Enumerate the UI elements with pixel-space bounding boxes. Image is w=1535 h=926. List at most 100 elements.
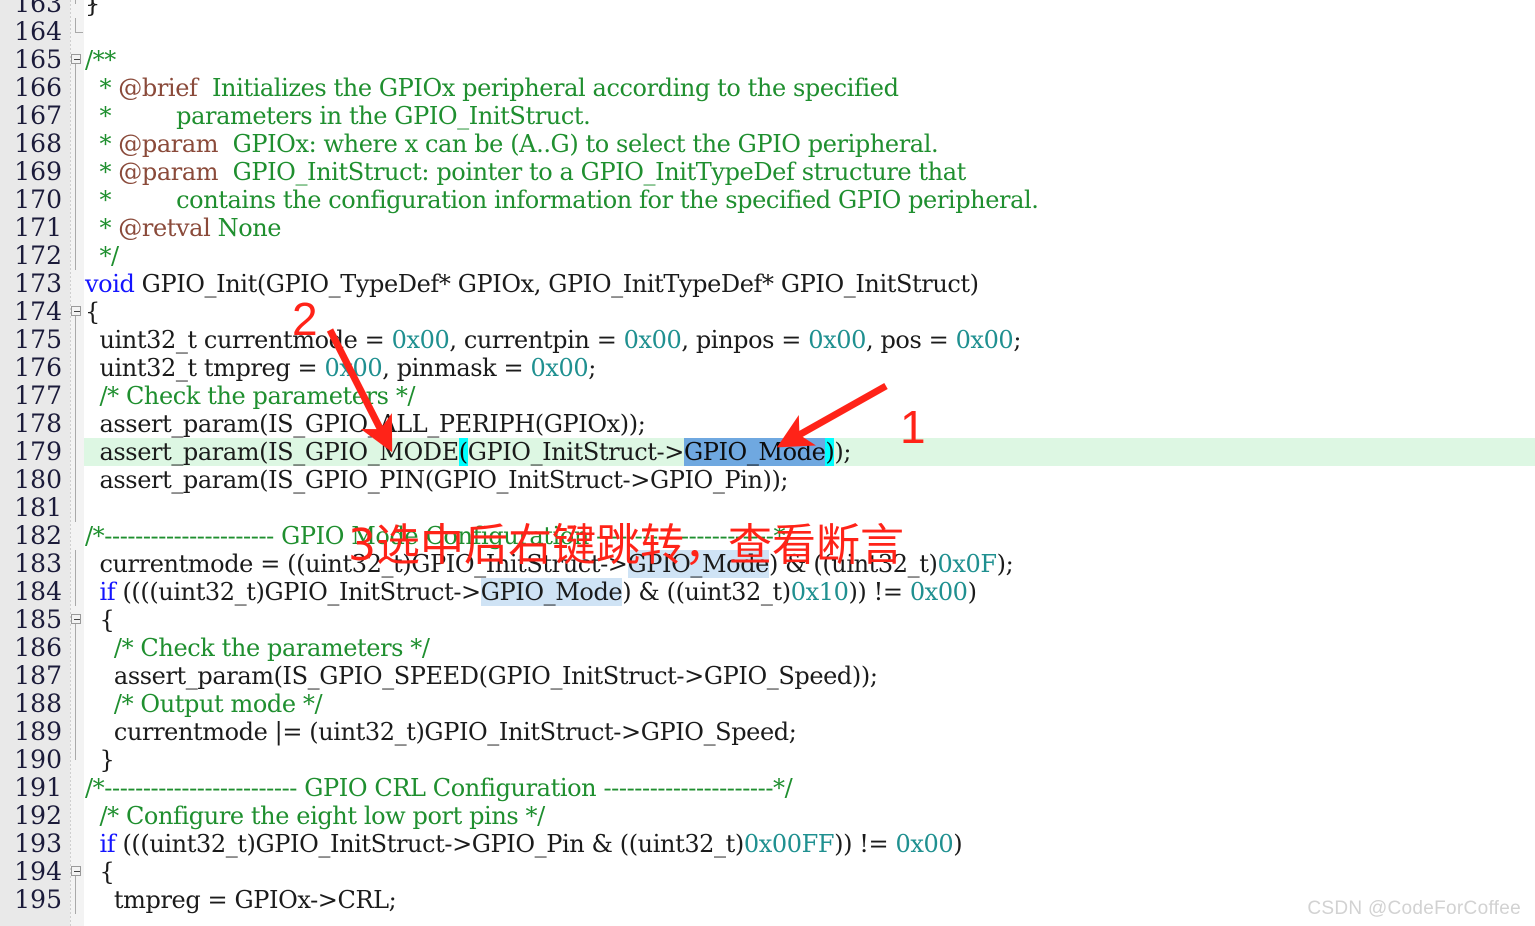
code-line[interactable]: 193 if (((uint32_t)GPIO_InitStruct->GPIO… bbox=[0, 830, 1535, 859]
code-line[interactable]: 191 /*------------------------- GPIO CRL … bbox=[0, 774, 1535, 803]
code-text[interactable]: } bbox=[85, 746, 114, 774]
code-line[interactable]: 184 if ((((uint32_t)GPIO_InitStruct->GPI… bbox=[0, 578, 1535, 606]
code-line[interactable]: 188 /* Output mode */ bbox=[0, 690, 1535, 718]
code-line[interactable]: 183 currentmode = ((uint32_t)GPIO_InitSt… bbox=[0, 550, 1535, 578]
code-line[interactable]: 173 void GPIO_Init(GPIO_TypeDef* GPIOx, G… bbox=[0, 270, 1535, 299]
fold-guide-line bbox=[75, 690, 76, 718]
code-line[interactable]: 176 uint32_t tmpreg = 0x00, pinmask = 0x… bbox=[0, 354, 1535, 382]
code-editor[interactable]: } 163}164165/**166 * @brief Initializes … bbox=[0, 0, 1535, 926]
code-text[interactable]: * @brief Initializes the GPIOx periphera… bbox=[85, 74, 898, 102]
number-token: 0x00 bbox=[909, 578, 968, 606]
occurrence-highlight-token: GPIO_Mode bbox=[480, 578, 623, 606]
fold-marker-cell[interactable] bbox=[71, 858, 83, 886]
code-line[interactable]: 172 */ bbox=[0, 242, 1535, 270]
number-token: 0x00FF bbox=[743, 830, 835, 858]
code-line[interactable]: 175 uint32_t currentmode = 0x00, current… bbox=[0, 326, 1535, 354]
code-line[interactable]: 180 assert_param(IS_GPIO_PIN(GPIO_InitSt… bbox=[0, 466, 1535, 494]
code-line[interactable]: 181 bbox=[0, 494, 1535, 522]
code-line[interactable]: 192 /* Configure the eight low port pins… bbox=[0, 801, 1535, 831]
code-line[interactable]: 163} bbox=[0, 0, 1535, 18]
plain-token: assert_param(IS_GPIO_SPEED(GPIO_InitStru… bbox=[85, 662, 878, 690]
fold-guide-line bbox=[75, 158, 76, 186]
code-text[interactable]: uint32_t currentmode = 0x00, currentpin … bbox=[85, 326, 1021, 354]
code-text[interactable]: if ((((uint32_t)GPIO_InitStruct->GPIO_Mo… bbox=[85, 578, 977, 606]
code-text[interactable]: /* Output mode */ bbox=[85, 690, 323, 718]
code-text[interactable]: } bbox=[85, 0, 100, 18]
code-line[interactable]: 169 * @param GPIO_InitStruct: pointer to… bbox=[0, 158, 1535, 186]
line-number: 174 bbox=[14, 297, 62, 326]
code-text[interactable]: { bbox=[85, 298, 100, 326]
code-text[interactable]: currentmode = ((uint32_t)GPIO_InitStruct… bbox=[85, 550, 1014, 578]
code-line[interactable]: 186 /* Check the parameters */ bbox=[0, 634, 1535, 662]
fold-collapse-icon[interactable] bbox=[71, 306, 81, 316]
line-number: 178 bbox=[14, 409, 62, 438]
code-line[interactable]: 179 assert_param(IS_GPIO_MODE(GPIO_InitS… bbox=[0, 438, 1535, 466]
code-line[interactable]: 195 tmpreg = GPIOx->CRL; bbox=[0, 886, 1535, 914]
code-text[interactable]: /* Configure the eight low port pins */ bbox=[85, 802, 545, 830]
fold-guide-line bbox=[75, 186, 76, 214]
fold-marker-cell[interactable] bbox=[71, 606, 83, 634]
code-line[interactable]: 168 * @param GPIOx: where x can be (A..G… bbox=[0, 130, 1535, 158]
code-text[interactable]: if (((uint32_t)GPIO_InitStruct->GPIO_Pin… bbox=[85, 830, 962, 858]
code-line[interactable]: 170 * contains the configuration informa… bbox=[0, 186, 1535, 214]
code-line[interactable]: 194 { bbox=[0, 858, 1535, 886]
line-number: 176 bbox=[14, 353, 62, 382]
code-text[interactable]: currentmode |= (uint32_t)GPIO_InitStruct… bbox=[85, 718, 797, 746]
code-line[interactable]: 189 currentmode |= (uint32_t)GPIO_InitSt… bbox=[0, 718, 1535, 746]
fold-guide-line bbox=[75, 0, 76, 4]
plain-token: GPIO_InitStruct-> bbox=[467, 438, 685, 466]
code-line[interactable]: 166 * @brief Initializes the GPIOx perip… bbox=[0, 74, 1535, 102]
code-line[interactable]: 185 { bbox=[0, 606, 1535, 634]
code-text[interactable]: /** bbox=[85, 46, 116, 74]
fold-collapse-icon[interactable] bbox=[71, 54, 81, 64]
code-line[interactable]: 182 /*---------------------- GPIO Mode Co… bbox=[0, 522, 1535, 551]
code-text[interactable]: void GPIO_Init(GPIO_TypeDef* GPIOx, GPIO… bbox=[85, 270, 979, 298]
comment-token: None bbox=[210, 214, 282, 242]
code-text[interactable]: * @param GPIOx: where x can be (A..G) to… bbox=[85, 130, 938, 158]
code-text[interactable]: { bbox=[85, 858, 114, 886]
number-token: 0x00 bbox=[530, 354, 589, 382]
code-text[interactable]: /* Check the parameters */ bbox=[85, 382, 415, 410]
line-number: 172 bbox=[14, 241, 62, 270]
plain-token: ((((uint32_t)GPIO_InitStruct-> bbox=[115, 578, 481, 606]
code-text[interactable]: assert_param(IS_GPIO_MODE(GPIO_InitStruc… bbox=[85, 438, 851, 466]
code-text[interactable]: * @retval None bbox=[85, 214, 281, 242]
code-text[interactable]: { bbox=[85, 606, 114, 634]
plain-token: , currentpin = bbox=[449, 326, 624, 354]
code-text[interactable]: */ bbox=[85, 242, 119, 270]
fold-marker-cell[interactable] bbox=[71, 298, 83, 326]
fold-guide-line bbox=[75, 102, 76, 130]
fold-guide-line bbox=[75, 316, 76, 326]
code-line[interactable]: 178 assert_param(IS_GPIO_ALL_PERIPH(GPIO… bbox=[0, 410, 1535, 438]
code-text[interactable]: assert_param(IS_GPIO_SPEED(GPIO_InitStru… bbox=[85, 662, 878, 690]
code-line[interactable]: 167 * parameters in the GPIO_InitStruct. bbox=[0, 102, 1535, 130]
code-text[interactable]: * contains the configuration information… bbox=[85, 186, 1038, 214]
fold-guide-line bbox=[75, 130, 76, 158]
fold-marker-cell bbox=[71, 438, 83, 466]
code-line[interactable]: 187 assert_param(IS_GPIO_SPEED(GPIO_Init… bbox=[0, 662, 1535, 690]
fold-guide-line bbox=[75, 494, 76, 522]
code-text[interactable]: tmpreg = GPIOx->CRL; bbox=[85, 886, 397, 914]
fold-collapse-icon[interactable] bbox=[71, 866, 81, 876]
code-text[interactable]: /*------------------------- GPIO CRL Con… bbox=[85, 774, 793, 802]
code-line[interactable]: 190 } bbox=[0, 746, 1535, 775]
code-line[interactable]: 164 bbox=[0, 18, 1535, 46]
number-token: 0x00 bbox=[808, 326, 866, 354]
fold-marker-cell[interactable] bbox=[71, 46, 83, 74]
code-line[interactable]: 171 * @retval None bbox=[0, 214, 1535, 242]
fold-collapse-icon[interactable] bbox=[71, 614, 81, 624]
line-number: 192 bbox=[14, 801, 62, 830]
code-text[interactable]: assert_param(IS_GPIO_ALL_PERIPH(GPIOx)); bbox=[85, 410, 645, 438]
code-line[interactable]: 177 /* Check the parameters */ bbox=[0, 382, 1535, 410]
code-text[interactable]: assert_param(IS_GPIO_PIN(GPIO_InitStruct… bbox=[85, 466, 788, 494]
code-text[interactable]: /* Check the parameters */ bbox=[85, 634, 430, 662]
code-text[interactable]: * parameters in the GPIO_InitStruct. bbox=[85, 102, 590, 130]
line-number: 168 bbox=[14, 129, 62, 158]
code-line[interactable]: 165 /** bbox=[0, 46, 1535, 74]
comment-token: /* Output mode */ bbox=[85, 690, 323, 718]
code-text[interactable]: uint32_t tmpreg = 0x00, pinmask = 0x00; bbox=[85, 354, 596, 382]
plain-token: ; bbox=[588, 354, 596, 382]
code-text[interactable]: /*---------------------- GPIO Mode Confi… bbox=[85, 522, 793, 550]
code-text[interactable]: * @param GPIO_InitStruct: pointer to a G… bbox=[85, 158, 966, 186]
code-line[interactable]: 174 { bbox=[0, 298, 1535, 326]
